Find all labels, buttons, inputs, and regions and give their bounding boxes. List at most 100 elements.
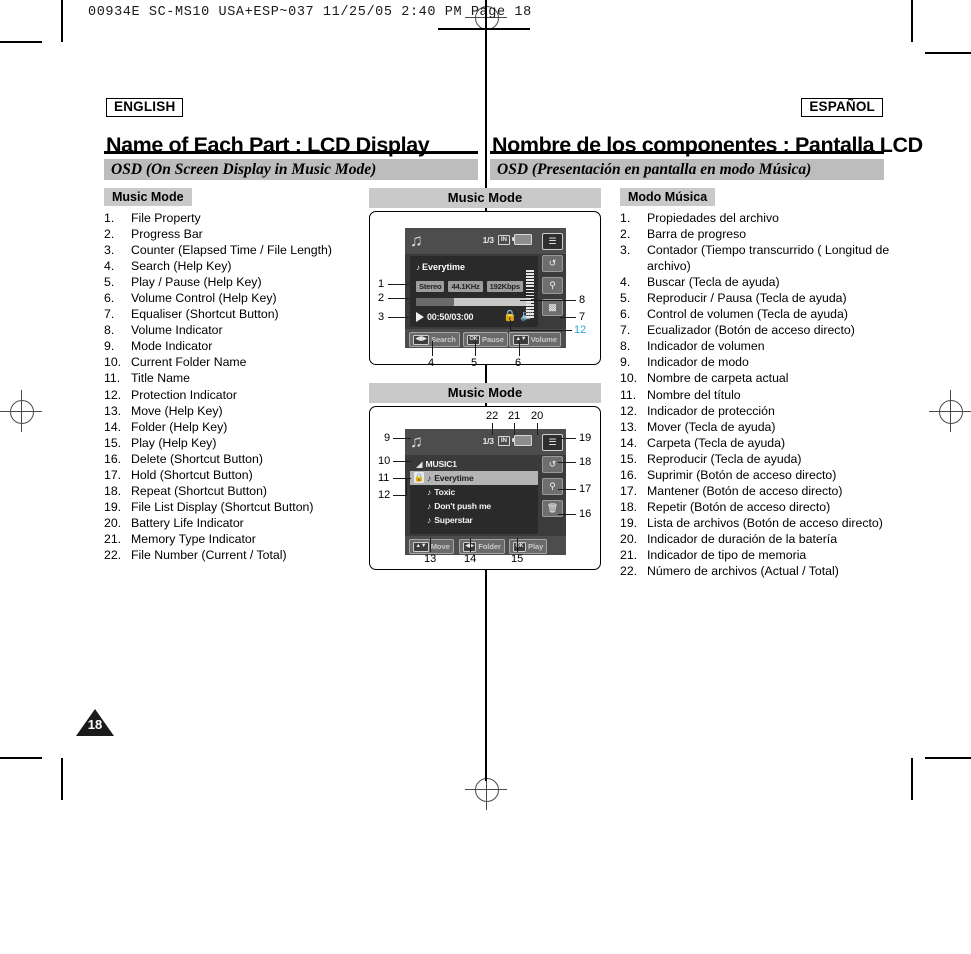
list-item-number: 22.: [104, 547, 122, 562]
file-name: Superstar: [434, 515, 473, 525]
callout-15: 15: [511, 553, 524, 565]
list-item-label: Delete (Shortcut Button): [131, 451, 263, 466]
list-item: 6. Control de volumen (Tecla de ayuda): [620, 306, 920, 322]
help-key-volume[interactable]: ▲▼ Volume: [509, 332, 561, 347]
list-item-number: 7.: [104, 307, 115, 322]
list-item: 1. Propiedades del archivo: [620, 210, 920, 226]
callout-13-leader: [430, 538, 431, 552]
registration-mark-left: [0, 390, 42, 432]
list-item[interactable]: ♪ Toxic: [410, 485, 538, 499]
list-item[interactable]: ♪ Superstar: [410, 513, 538, 527]
list-item-number: 1.: [104, 211, 115, 225]
file-number-indicator: 1/3: [482, 435, 494, 446]
hold-icon[interactable]: ⚲: [542, 478, 563, 495]
page-title-english: Name of Each Part : LCD Display: [106, 133, 430, 158]
list-item-label: Play / Pause (Help Key): [131, 275, 262, 290]
help-key-pause[interactable]: OK Pause: [463, 332, 508, 347]
callout-20-leader: [537, 423, 538, 435]
help-key-search[interactable]: ◀▮▶ Search: [409, 332, 460, 347]
equaliser-icon[interactable]: ▩: [542, 299, 563, 316]
volume-indicator: [526, 270, 534, 318]
list-item-number: 11.: [620, 387, 637, 402]
callout-12-list-leader: [393, 495, 407, 496]
list-item-number: 15.: [104, 435, 122, 450]
list-item-label: Carpeta (Tecla de ayuda): [647, 435, 786, 450]
list-item-label: Suprimir (Botón de acceso directo): [647, 467, 837, 482]
crop-mark-bottom-right-v: [911, 758, 913, 800]
list-item-number: 19.: [620, 515, 638, 530]
track-note-icon: ♪: [427, 500, 432, 511]
file-list-icon[interactable]: ☰: [542, 233, 563, 250]
manual-page: 00934E SC-MS10 USA+ESP~037 11/25/05 2:40…: [0, 0, 971, 954]
hold-icon[interactable]: ⚲: [542, 277, 563, 294]
callout-1: 1: [378, 278, 385, 290]
track-note-icon: ♪: [416, 263, 420, 272]
callout-15-leader: [517, 538, 518, 552]
progress-bar[interactable]: [416, 298, 531, 306]
list-item: 14. Folder (Help Key): [104, 419, 404, 435]
list-item-number: 17.: [104, 467, 122, 482]
list-item-label: Contador (Tiempo transcurrido ( Longitud…: [647, 243, 890, 274]
list-item-number: 6.: [620, 307, 631, 322]
callout-9-leader: [393, 438, 411, 439]
callout-10: 10: [378, 455, 391, 467]
list-item-label: Reproducir (Tecla de ayuda): [647, 451, 802, 466]
list-item-label: Folder (Help Key): [131, 419, 228, 434]
play-icon: [416, 312, 424, 322]
battery-icon: [511, 435, 532, 446]
callout-16: 16: [579, 508, 592, 520]
callout-6-leader: [519, 341, 520, 356]
help-key-play-glyph: OK: [513, 541, 526, 552]
current-folder-row[interactable]: ◢ MUSIC1: [410, 457, 538, 471]
help-key-play[interactable]: OK Play: [509, 539, 548, 554]
help-key-move[interactable]: ▲▼ Move: [409, 539, 454, 554]
list-item-label: Indicador de protección: [647, 403, 775, 418]
list-item-number: 15.: [620, 451, 638, 466]
list-item-number: 8.: [104, 323, 115, 338]
section-subtitle-english: OSD (On Screen Display in Music Mode): [104, 159, 478, 180]
callout-1-leader: [388, 284, 409, 285]
list-item-number: 8.: [620, 339, 631, 354]
list-item-label: Memory Type Indicator: [131, 531, 256, 546]
track-title-text: Everytime: [422, 262, 466, 272]
lcd-filelist-screen: ♫ 1/3 IN ☰ ↺ ⚲ 🗑 ◢ MUSIC1 🔒 ♪ Everytime …: [405, 429, 566, 555]
current-folder-name: MUSIC1: [425, 459, 457, 469]
list-item[interactable]: ♪ Don't push me: [410, 499, 538, 513]
list-item-number: 20.: [620, 531, 638, 546]
part-list-english: 1. File Property 2. Progress Bar 3. Counter (…: [104, 210, 404, 563]
list-item: 14. Carpeta (Tecla de ayuda): [620, 435, 920, 451]
language-badge-english: ENGLISH: [106, 98, 184, 117]
repeat-icon[interactable]: ↺: [542, 456, 563, 473]
memory-type-icon: IN: [497, 234, 510, 245]
counter-row: 00:50/03:00: [416, 312, 474, 322]
list-item-number: 10.: [620, 371, 638, 386]
callout-6: 6: [515, 357, 522, 369]
list-item: 6. Volume Control (Help Key): [104, 290, 404, 306]
crop-mark-bottom-right-h: [925, 757, 971, 759]
list-item: 5. Play / Pause (Help Key): [104, 274, 404, 290]
list-item-number: 21.: [620, 547, 638, 562]
list-item-number: 3.: [104, 243, 115, 258]
list-item-number: 16.: [104, 451, 122, 466]
file-list-icon[interactable]: ☰: [542, 434, 563, 451]
list-item-label: Repeat (Shortcut Button): [131, 483, 268, 498]
repeat-icon[interactable]: ↺: [542, 255, 563, 272]
list-item: 22. Número de archivos (Actual / Total): [620, 563, 920, 579]
lcd-filelist-panel: ♫ 1/3 IN ☰ ↺ ⚲ 🗑 ◢ MUSIC1 🔒 ♪ Everytime …: [369, 406, 601, 570]
list-item-number: 13.: [620, 419, 638, 434]
callout-12-play: 12: [574, 324, 587, 336]
mode-indicator-icon: ♫: [410, 432, 423, 451]
crop-mark-bottom-left-h: [0, 757, 42, 759]
help-key-play-label: Play: [528, 542, 544, 551]
list-item-label: Buscar (Tecla de ayuda): [647, 275, 780, 290]
list-item[interactable]: 🔒 ♪ Everytime: [410, 471, 538, 485]
list-item-label: Control de volumen (Tecla de ayuda): [647, 307, 848, 322]
list-item: 10. Current Folder Name: [104, 354, 404, 370]
callout-8-leader: [520, 300, 576, 301]
list-item-number: 9.: [620, 355, 631, 370]
title-rule-spanish: [490, 151, 884, 154]
list-item: 20. Indicador de duración de la batería: [620, 531, 920, 547]
callout-21: 21: [508, 410, 521, 422]
help-key-folder[interactable]: ◀▶ Folder: [459, 539, 505, 554]
list-item-label: Battery Life Indicator: [131, 515, 244, 530]
